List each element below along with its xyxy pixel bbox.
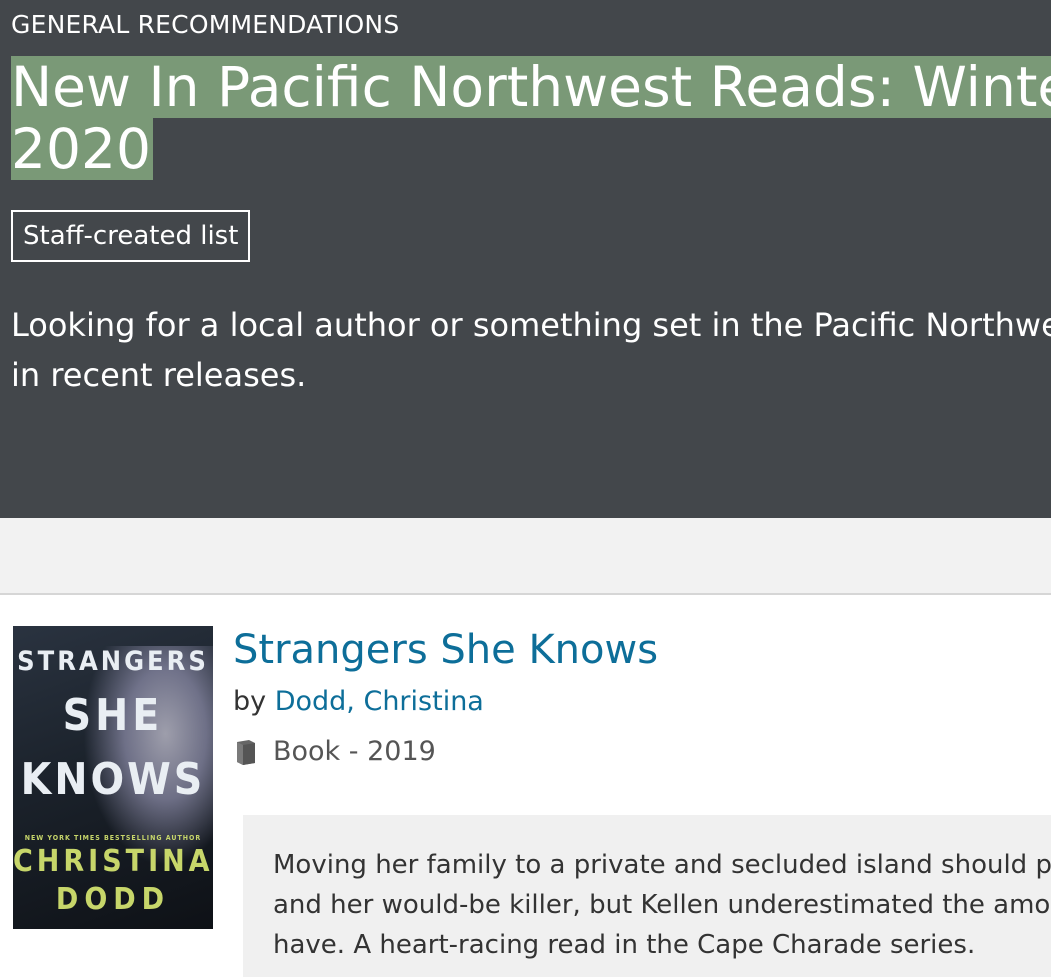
list-description-line-2: in recent releases. (11, 356, 307, 394)
cover-title-line-2: SHE (62, 690, 164, 741)
annotation-line-3: have. A heart-racing read in the Cape Ch… (273, 930, 976, 960)
annotation-line-1: Moving her family to a private and seclu… (273, 850, 1051, 880)
list-item: STRANGERS SHE KNOWS NEW YORK TIMES BESTS… (0, 597, 1051, 977)
staff-list-badge: Staff-created list (11, 210, 251, 262)
by-label: by (233, 686, 267, 717)
annotation-line-2: and her would-be killer, but Kellen unde… (273, 890, 1051, 920)
cover-author-line-2: DODD (55, 882, 171, 917)
list-category: GENERAL RECOMMENDATIONS (11, 10, 400, 39)
author-link[interactable]: Dodd, Christina (275, 686, 484, 717)
page-title: New In Pacific Northwest Reads: Winter 2… (11, 56, 1051, 180)
cover-tagline: NEW YORK TIMES BESTSELLING AUTHOR (24, 834, 202, 842)
book-format: Book - 2019 (233, 736, 436, 767)
cover-title-line-3: KNOWS (20, 754, 206, 805)
format-label: Book - 2019 (273, 736, 436, 767)
book-cover-image[interactable]: STRANGERS SHE KNOWS NEW YORK TIMES BESTS… (13, 626, 213, 929)
page-title-line-2: 2020 (11, 117, 153, 181)
page-title-line-1: New In Pacific Northwest Reads: Winter (11, 56, 1051, 118)
list-header: GENERAL RECOMMENDATIONS New In Pacific N… (0, 0, 1051, 518)
book-byline: by Dodd, Christina (233, 686, 484, 717)
cover-author-line-1: CHRISTINA (13, 844, 213, 879)
cover-title-line-1: STRANGERS (17, 646, 209, 677)
book-annotation: Moving her family to a private and seclu… (243, 815, 1051, 977)
list-description-line-1: Looking for a local author or something … (11, 306, 1051, 344)
list-description: Looking for a local author or something … (11, 300, 1051, 400)
book-title-link[interactable]: Strangers She Knows (233, 627, 658, 673)
list-toolbar-band (0, 518, 1051, 595)
book-icon (237, 739, 255, 765)
